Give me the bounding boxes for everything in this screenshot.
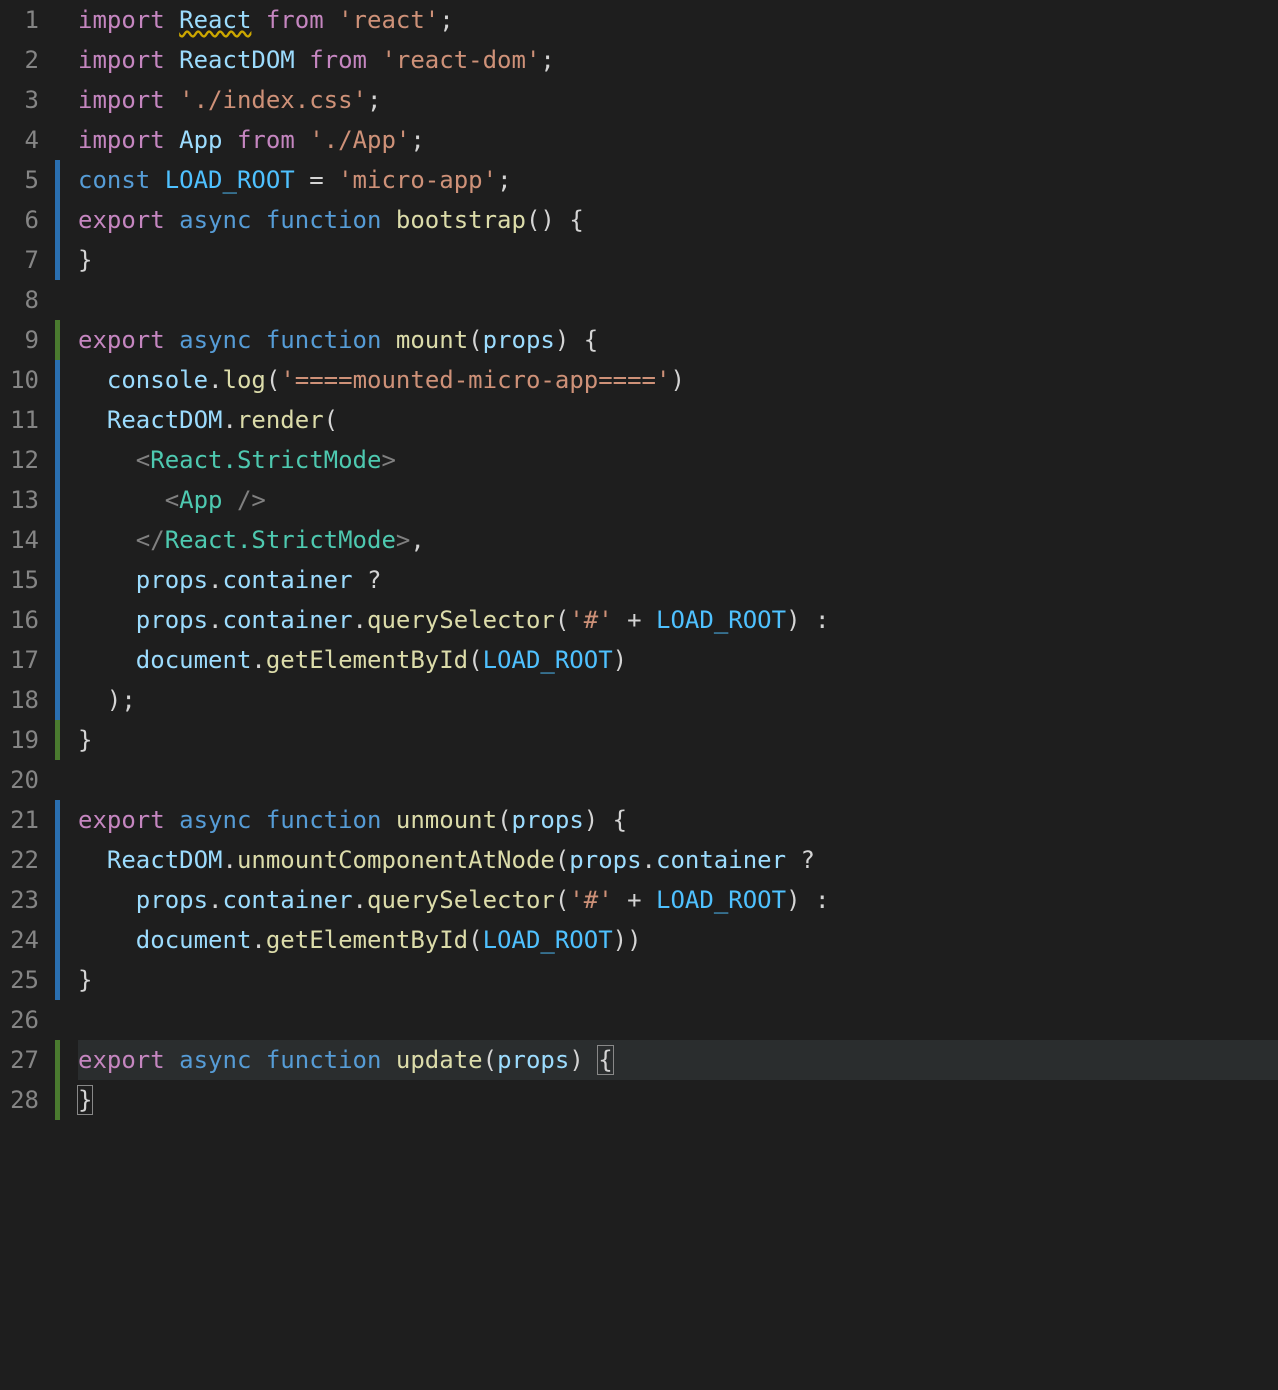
code-line[interactable]: );	[78, 680, 1278, 720]
line-number: 27	[0, 1040, 49, 1080]
code-line[interactable]: export async function mount(props) {	[78, 320, 1278, 360]
code-line[interactable]: export async function update(props) {	[78, 1040, 1278, 1080]
code-line[interactable]	[78, 760, 1278, 800]
code-line[interactable]: const LOAD_ROOT = 'micro-app';	[78, 160, 1278, 200]
code-line[interactable]: import App from './App';	[78, 120, 1278, 160]
code-line[interactable]: <React.StrictMode>	[78, 440, 1278, 480]
line-number: 12	[0, 440, 49, 480]
line-number: 1	[0, 0, 49, 40]
line-number: 11	[0, 400, 49, 440]
code-editor[interactable]: 1234567891011121314151617181920212223242…	[0, 0, 1278, 1390]
line-number: 21	[0, 800, 49, 840]
code-line[interactable]	[78, 1000, 1278, 1040]
code-line[interactable]: import ReactDOM from 'react-dom';	[78, 40, 1278, 80]
line-number: 8	[0, 280, 49, 320]
code-line[interactable]: props.container ?	[78, 560, 1278, 600]
line-number: 18	[0, 680, 49, 720]
code-line[interactable]: import React from 'react';	[78, 0, 1278, 40]
code-line[interactable]: ReactDOM.unmountComponentAtNode(props.co…	[78, 840, 1278, 880]
line-number: 7	[0, 240, 49, 280]
line-number: 28	[0, 1080, 49, 1120]
code-line[interactable]: document.getElementById(LOAD_ROOT)	[78, 640, 1278, 680]
line-number: 25	[0, 960, 49, 1000]
code-line[interactable]: <App />	[78, 480, 1278, 520]
code-line[interactable]: </React.StrictMode>,	[78, 520, 1278, 560]
code-line[interactable]: }	[78, 960, 1278, 1000]
code-line[interactable]: }	[78, 1080, 1278, 1120]
code-line[interactable]: document.getElementById(LOAD_ROOT))	[78, 920, 1278, 960]
line-number: 9	[0, 320, 49, 360]
code-line[interactable]: props.container.querySelector('#' + LOAD…	[78, 880, 1278, 920]
line-number: 10	[0, 360, 49, 400]
line-number: 22	[0, 840, 49, 880]
line-number: 16	[0, 600, 49, 640]
line-number: 5	[0, 160, 49, 200]
code-area[interactable]: import React from 'react';import ReactDO…	[60, 0, 1278, 1390]
line-number: 6	[0, 200, 49, 240]
line-number: 15	[0, 560, 49, 600]
code-line[interactable]: ReactDOM.render(	[78, 400, 1278, 440]
code-line[interactable]: import './index.css';	[78, 80, 1278, 120]
line-number: 14	[0, 520, 49, 560]
line-number: 26	[0, 1000, 49, 1040]
line-number: 3	[0, 80, 49, 120]
line-number: 20	[0, 760, 49, 800]
line-number: 4	[0, 120, 49, 160]
code-line[interactable]: export async function bootstrap() {	[78, 200, 1278, 240]
line-number: 13	[0, 480, 49, 520]
code-line[interactable]: export async function unmount(props) {	[78, 800, 1278, 840]
line-number: 19	[0, 720, 49, 760]
code-line[interactable]	[78, 280, 1278, 320]
line-number: 17	[0, 640, 49, 680]
code-line[interactable]: }	[78, 720, 1278, 760]
line-number: 23	[0, 880, 49, 920]
line-number: 2	[0, 40, 49, 80]
line-number-gutter: 1234567891011121314151617181920212223242…	[0, 0, 55, 1390]
line-number: 24	[0, 920, 49, 960]
code-line[interactable]: console.log('====mounted-micro-app====')	[78, 360, 1278, 400]
code-line[interactable]: props.container.querySelector('#' + LOAD…	[78, 600, 1278, 640]
code-line[interactable]: }	[78, 240, 1278, 280]
